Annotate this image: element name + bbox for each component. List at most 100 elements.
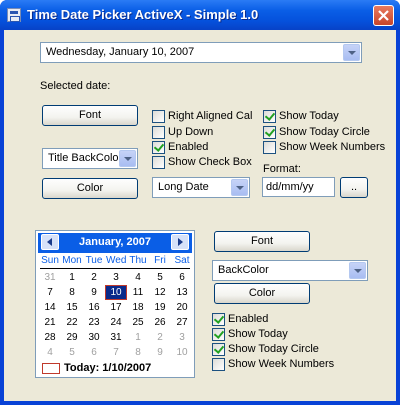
font-button[interactable]: Font xyxy=(42,105,138,126)
checkbox[interactable] xyxy=(152,156,165,169)
option-label: Show Check Box xyxy=(168,156,252,168)
app-window: Time Date Picker ActiveX - Simple 1.0 We… xyxy=(0,0,400,405)
window-title: Time Date Picker ActiveX - Simple 1.0 xyxy=(27,7,259,22)
calendar-day[interactable]: 5 xyxy=(150,271,170,284)
calendar-day[interactable]: 24 xyxy=(106,316,126,329)
calendar-day[interactable]: 7 xyxy=(106,346,126,359)
weekday-label: Fri xyxy=(154,255,166,266)
weekday-label: Wed xyxy=(106,255,127,266)
date-format-style-value: Long Date xyxy=(158,181,209,193)
option-label: Show Today Circle xyxy=(279,126,370,138)
app-calendar-icon xyxy=(7,8,21,22)
checkbox-checked[interactable] xyxy=(212,328,225,341)
checkbox[interactable] xyxy=(152,126,165,139)
calendar-day[interactable]: 14 xyxy=(40,301,60,314)
calendar-day[interactable]: 29 xyxy=(62,331,82,344)
title-bar[interactable]: Time Date Picker ActiveX - Simple 1.0 xyxy=(0,0,400,30)
checkbox[interactable] xyxy=(152,110,165,123)
weekday-label: Mon xyxy=(62,255,82,266)
checkbox[interactable] xyxy=(263,141,276,154)
calendar-day[interactable]: 6 xyxy=(84,346,104,359)
calendar-day[interactable]: 9 xyxy=(150,346,170,359)
date-picker-value: Wednesday, January 10, 2007 xyxy=(46,46,195,58)
color-button[interactable]: Color xyxy=(42,178,138,199)
checkbox-checked[interactable] xyxy=(152,141,165,154)
calendar-day[interactable]: 9 xyxy=(84,286,104,299)
calendar-day[interactable]: 26 xyxy=(150,316,170,329)
checkbox-checked[interactable] xyxy=(212,343,225,356)
format-browse-button[interactable]: .. xyxy=(340,177,368,198)
window-client-area: Wednesday, January 10, 2007 Selected dat… xyxy=(4,30,396,401)
date-format-style-select[interactable]: Long Date xyxy=(152,177,250,198)
calendar-day[interactable]: 17 xyxy=(106,301,126,314)
calendar-day[interactable]: 1 xyxy=(62,271,82,284)
calendar-day[interactable]: 7 xyxy=(40,286,60,299)
calendar-day[interactable]: 30 xyxy=(84,331,104,344)
chevron-down-icon[interactable] xyxy=(349,262,366,279)
calendar-day[interactable]: 21 xyxy=(40,316,60,329)
calendar-day[interactable]: 4 xyxy=(128,271,148,284)
calendar-day[interactable]: 31 xyxy=(40,271,60,284)
calendar-font-button[interactable]: Font xyxy=(214,231,310,252)
calendar-day[interactable]: 10 xyxy=(105,285,127,300)
backcolor-value: BackColor xyxy=(218,264,269,276)
weekday-divider xyxy=(40,268,190,269)
calendar-color-button[interactable]: Color xyxy=(214,283,310,304)
month-calendar[interactable]: January, 2007 Sun Mon Tue Wed Thu Fri Sa… xyxy=(35,230,195,378)
calendar-day[interactable]: 28 xyxy=(40,331,60,344)
calendar-day[interactable]: 1 xyxy=(128,331,148,344)
backcolor-select[interactable]: BackColor xyxy=(212,260,368,281)
calendar-day[interactable]: 23 xyxy=(84,316,104,329)
calendar-day[interactable]: 3 xyxy=(172,331,192,344)
calendar-day[interactable]: 20 xyxy=(172,301,192,314)
option-label: Show Week Numbers xyxy=(228,358,335,370)
calendar-day[interactable]: 4 xyxy=(40,346,60,359)
close-button[interactable] xyxy=(373,5,394,26)
calendar-day[interactable]: 22 xyxy=(62,316,82,329)
checkbox-checked[interactable] xyxy=(263,126,276,139)
calendar-day[interactable]: 3 xyxy=(106,271,126,284)
calendar-day[interactable]: 6 xyxy=(172,271,192,284)
calendar-day[interactable]: 5 xyxy=(62,346,82,359)
calendar-day[interactable]: 8 xyxy=(128,346,148,359)
title-backcolor-select[interactable]: Title BackColor xyxy=(42,148,138,169)
calendar-day[interactable]: 15 xyxy=(62,301,82,314)
date-picker-combo[interactable]: Wednesday, January 10, 2007 xyxy=(40,42,362,63)
calendar-day[interactable]: 2 xyxy=(84,271,104,284)
calendar-day[interactable]: 19 xyxy=(150,301,170,314)
calendar-day[interactable]: 10 xyxy=(172,346,192,359)
calendar-day[interactable]: 8 xyxy=(62,286,82,299)
format-input[interactable]: dd/mm/yy xyxy=(262,177,335,197)
chevron-down-icon[interactable] xyxy=(119,150,136,167)
weekday-label: Sun xyxy=(41,255,59,266)
calendar-day[interactable]: 12 xyxy=(150,286,170,299)
format-label: Format: xyxy=(263,163,301,175)
checkbox-checked[interactable] xyxy=(212,313,225,326)
checkbox-checked[interactable] xyxy=(263,110,276,123)
calendar-month-title[interactable]: January, 2007 xyxy=(38,236,192,248)
weekday-label: Thu xyxy=(129,255,147,266)
calendar-day[interactable]: 25 xyxy=(128,316,148,329)
calendar-day[interactable]: 31 xyxy=(106,331,126,344)
chevron-down-icon[interactable] xyxy=(231,179,248,196)
weekday-label: Sat xyxy=(174,255,190,266)
option-label: Up Down xyxy=(168,126,214,138)
option-label: Show Today xyxy=(228,328,288,340)
chevron-down-icon[interactable] xyxy=(343,44,360,61)
weekday-label: Tue xyxy=(85,255,103,266)
calendar-day[interactable]: 2 xyxy=(150,331,170,344)
next-month-button[interactable] xyxy=(171,234,189,250)
calendar-day[interactable]: 27 xyxy=(172,316,192,329)
selected-date-label: Selected date: xyxy=(40,80,111,92)
calendar-day[interactable]: 11 xyxy=(128,286,148,299)
calendar-day[interactable]: 16 xyxy=(84,301,104,314)
today-marker-icon xyxy=(42,363,60,374)
option-label: Enabled xyxy=(168,141,209,153)
checkbox[interactable] xyxy=(212,358,225,371)
calendar-day[interactable]: 18 xyxy=(128,301,148,314)
option-label: Show Week Numbers xyxy=(279,141,386,153)
close-icon xyxy=(378,10,389,21)
calendar-day[interactable]: 13 xyxy=(172,286,192,299)
today-label: Today: 1/10/2007 xyxy=(64,362,152,374)
calendar-header: January, 2007 xyxy=(38,233,192,253)
